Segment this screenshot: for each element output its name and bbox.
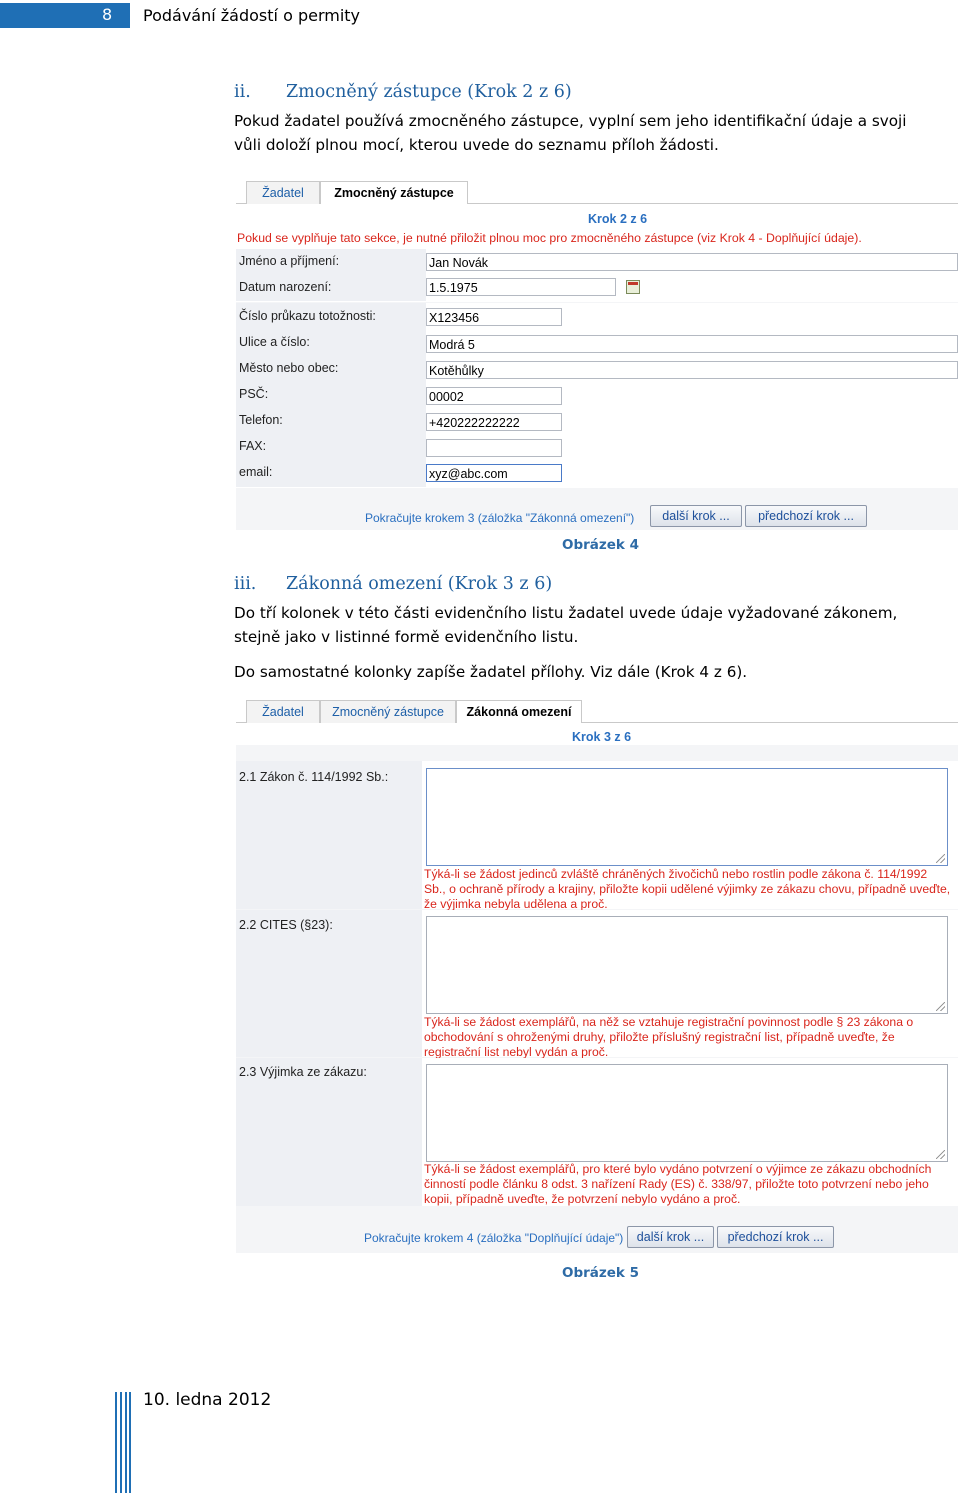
note-line: Týká-li se žádost exemplářů, pro které b…: [424, 1162, 932, 1176]
street-field[interactable]: Modrá 5: [426, 335, 958, 353]
field-label: FAX:: [239, 439, 267, 453]
law-114-note: Týká-li se žádost jedinců zvláště chráně…: [424, 867, 950, 912]
figure-caption: Obrázek 5: [562, 1265, 639, 1281]
section-2-heading: ii. Zmocněný zástupce (Krok 2 z 6): [234, 82, 572, 102]
section-3-paragraph-2: Do samostatné kolonky zapíše žadatel pří…: [234, 663, 748, 681]
note-line: kopii, případně uveďte, že potvrzení neb…: [424, 1192, 741, 1206]
resize-grip-icon[interactable]: [936, 1002, 945, 1011]
field-row-fax: [236, 435, 958, 462]
section-label: 2.1 Zákon č. 114/1992 Sb.:: [239, 770, 389, 784]
next-step-button[interactable]: další krok ...: [650, 505, 742, 527]
resize-grip-icon[interactable]: [936, 854, 945, 863]
note-line: činností podle článku 8 odst. 3 nařízení…: [424, 1177, 929, 1191]
field-row-phone: [236, 409, 958, 436]
footer-bars: [115, 1392, 131, 1493]
phone-field[interactable]: +420222222222: [426, 413, 562, 431]
tab-zmocneny-zastupce[interactable]: Zmocněný zástupce: [320, 181, 468, 205]
field-label: PSČ:: [239, 387, 269, 401]
paragraph-line: Pokud žadatel používá zmocněného zástupc…: [234, 112, 907, 130]
field-label: Město nebo obec:: [239, 361, 339, 375]
next-step-button[interactable]: další krok ...: [627, 1226, 714, 1248]
note-line: obchodování s ohroženými druhy, přiložte…: [424, 1030, 895, 1044]
section-2-paragraph: Pokud žadatel používá zmocněného zástupc…: [234, 109, 906, 157]
previous-step-button[interactable]: předchozí krok ...: [745, 505, 867, 527]
id-number-field[interactable]: X123456: [426, 308, 562, 326]
step-indicator: Krok 2 z 6: [588, 212, 648, 226]
screenshot-step-2: Žadatel Zmocněný zástupce Krok 2 z 6 Pok…: [236, 178, 958, 530]
fax-field[interactable]: [426, 439, 562, 457]
field-label: Datum narození:: [239, 280, 332, 294]
field-label: Telefon:: [239, 413, 283, 427]
figure-caption: Obrázek 4: [562, 537, 639, 553]
birthdate-field[interactable]: 1.5.1975: [426, 278, 616, 296]
tab-zadatel[interactable]: Žadatel: [246, 700, 320, 723]
tab-bar: Žadatel Zmocněný zástupce Zákonná omezen…: [236, 697, 958, 724]
note-line: Týká-li se žádost exemplářů, na něž se v…: [424, 1015, 914, 1029]
section-label: 2.3 Výjimka ze zákazu:: [239, 1065, 367, 1079]
section-3-title: Zákonná omezení (Krok 3 z 6): [286, 574, 553, 594]
screenshot-step-3: Žadatel Zmocněný zástupce Zákonná omezen…: [236, 697, 958, 1253]
paragraph-line: Do tří kolonek v této části evidenčního …: [234, 604, 898, 622]
law-114-textarea[interactable]: [426, 768, 948, 866]
note-line: Týká-li se žádost jedinců zvláště chráně…: [424, 867, 928, 881]
email-field[interactable]: xyz@abc.com: [426, 464, 562, 482]
cites-textarea[interactable]: [426, 916, 948, 1014]
field-label: email:: [239, 465, 273, 479]
section-2-title: Zmocněný zástupce (Krok 2 z 6): [286, 82, 572, 102]
field-row-zip: [236, 383, 958, 410]
field-label: Ulice a číslo:: [239, 335, 310, 349]
continue-hint: Pokračujte krokem 3 (záložka "Zákonná om…: [365, 511, 635, 525]
field-label: Jméno a příjmení:: [239, 254, 340, 268]
section-3-heading: iii. Zákonná omezení (Krok 3 z 6): [234, 574, 552, 594]
section-3-paragraph: Do tří kolonek v této části evidenčního …: [234, 601, 897, 649]
section-3-number: iii.: [234, 574, 257, 594]
resize-grip-icon[interactable]: [936, 1150, 945, 1159]
continue-hint: Pokračujte krokem 4 (záložka "Doplňující…: [364, 1231, 624, 1245]
cites-note: Týká-li se žádost exemplářů, na něž se v…: [424, 1015, 913, 1060]
footer-date: 10. ledna 2012: [143, 1390, 272, 1410]
field-row-email: [236, 461, 958, 488]
paragraph-line: vůli doloží plnou mocí, kterou uvede do …: [234, 136, 719, 154]
section-label: 2.2 CITES (§23):: [239, 918, 333, 932]
warning-text: Pokud se vyplňuje tato sekce, je nutné p…: [237, 231, 862, 245]
exemption-note: Týká-li se žádost exemplářů, pro které b…: [424, 1162, 931, 1207]
calendar-icon[interactable]: [626, 280, 640, 294]
page-title: Podávání žádostí o permity: [143, 6, 361, 25]
paragraph-line: stejně jako v listinné formě evidenčního…: [234, 628, 579, 646]
exemption-textarea[interactable]: [426, 1064, 948, 1162]
section-2-number: ii.: [234, 82, 251, 102]
field-label: Číslo průkazu totožnosti:: [239, 309, 376, 323]
page-number: 8: [102, 5, 113, 24]
previous-step-button[interactable]: předchozí krok ...: [717, 1226, 834, 1248]
tab-zakonna-omezeni[interactable]: Zákonná omezení: [456, 700, 582, 724]
step-indicator: Krok 3 z 6: [572, 730, 632, 744]
tab-zmocneny-zastupce[interactable]: Zmocněný zástupce: [320, 700, 456, 723]
tab-bar: Žadatel Zmocněný zástupce: [236, 178, 958, 205]
zip-field[interactable]: 00002: [426, 387, 562, 405]
name-field[interactable]: Jan Novák: [426, 253, 958, 271]
city-field[interactable]: Kotěhůlky: [426, 361, 958, 379]
tab-zadatel[interactable]: Žadatel: [246, 181, 320, 204]
note-line: Sb., o ochraně přírody a krajiny, přilož…: [424, 882, 951, 896]
